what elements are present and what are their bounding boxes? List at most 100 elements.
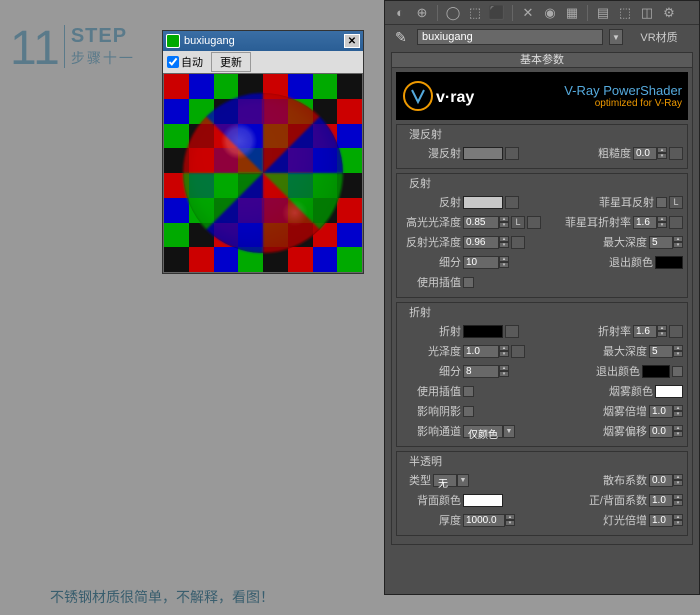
preview-viewport[interactable] bbox=[163, 73, 363, 273]
backcolor-label: 背面颜色 bbox=[401, 492, 461, 508]
maxdepth-spinner[interactable]: ▴▾ bbox=[649, 236, 683, 249]
rglossy-label: 反射光泽度 bbox=[401, 234, 461, 250]
name-dropdown-icon[interactable]: ▼ bbox=[609, 29, 623, 45]
trans-title: 半透明 bbox=[405, 453, 446, 469]
auto-checkbox[interactable]: 自动 bbox=[167, 54, 203, 70]
refglossy-spinner[interactable]: ▴▾ bbox=[463, 345, 509, 358]
refglossy-label: 光泽度 bbox=[401, 343, 461, 359]
toolbar-icon-10[interactable]: ◫ bbox=[638, 4, 656, 22]
rollout-header[interactable]: 基本参数 bbox=[391, 52, 693, 68]
subdiv-label: 细分 bbox=[401, 254, 461, 270]
toolbar-icon-4[interactable]: ⬛ bbox=[488, 4, 506, 22]
step-en: STEP bbox=[71, 25, 135, 48]
toolbar-icon-0[interactable]: ◐ bbox=[391, 4, 409, 22]
reflect-group: 反射 反射 菲星耳反射 L 高光光泽度 ▴▾ L 菲星耳折射率 bbox=[396, 173, 688, 298]
fogcolor-label: 烟雾颜色 bbox=[593, 383, 653, 399]
material-preview-window: buxiugang ✕ 自动 更新 bbox=[162, 30, 364, 274]
fb-label: 正/背面系数 bbox=[575, 492, 647, 508]
step-label: 11 STEP 步骤十一 bbox=[10, 25, 135, 73]
material-toolbar: ◐⊕◯⬚⬛✕◉▦▤⬚◫⚙ bbox=[385, 1, 699, 25]
fogbias-spinner[interactable]: ▴▾ bbox=[649, 425, 683, 438]
diffuse-group: 漫反射 漫反射 粗糙度 ▴▾ bbox=[396, 124, 688, 169]
material-type-label[interactable]: VR材质 bbox=[629, 29, 689, 45]
translucency-group: 半透明 类型 无▼ 散布系数 ▴▾ 背面颜色 正/背面系数 ▴▾ 厚度 bbox=[396, 451, 688, 536]
transtype-dropdown[interactable]: 无▼ bbox=[433, 474, 469, 487]
preview-titlebar[interactable]: buxiugang ✕ bbox=[163, 31, 363, 51]
toolbar-icon-9[interactable]: ⬚ bbox=[616, 4, 634, 22]
roughness-label: 粗糙度 bbox=[581, 145, 631, 161]
subdiv-spinner[interactable]: ▴▾ bbox=[463, 256, 509, 269]
fresnelior-spinner[interactable]: ▴▾ bbox=[633, 216, 667, 229]
material-name-input[interactable] bbox=[417, 29, 603, 45]
rglossy-map-button[interactable] bbox=[511, 236, 525, 249]
banner-line2: optimized for V-Ray bbox=[502, 98, 682, 109]
close-icon[interactable]: ✕ bbox=[344, 34, 360, 48]
ior-map-button[interactable] bbox=[669, 325, 683, 338]
backcolor-swatch[interactable] bbox=[463, 494, 503, 507]
svg-text:v·ray: v·ray bbox=[436, 89, 474, 106]
refexit-swatch[interactable] bbox=[642, 365, 670, 378]
fresnel-lock-button[interactable]: L bbox=[669, 196, 683, 209]
refsubdiv-spinner[interactable]: ▴▾ bbox=[463, 365, 509, 378]
fogbias-label: 烟雾偏移 bbox=[587, 423, 647, 439]
reflect-map-button[interactable] bbox=[505, 196, 519, 209]
diffuse-color-swatch[interactable] bbox=[463, 147, 503, 160]
toolbar-icon-6[interactable]: ◉ bbox=[541, 4, 559, 22]
preview-sphere bbox=[183, 93, 343, 253]
useinterp-label: 使用插值 bbox=[401, 274, 461, 290]
hglossy-map-button[interactable] bbox=[527, 216, 541, 229]
affect-label: 影响阴影 bbox=[401, 403, 461, 419]
scatter-label: 散布系数 bbox=[587, 472, 647, 488]
toolbar-icon-5[interactable]: ✕ bbox=[519, 4, 537, 22]
diffuse-map-button[interactable] bbox=[505, 147, 519, 160]
refexit-label: 退出颜色 bbox=[580, 363, 640, 379]
reflect-title: 反射 bbox=[405, 175, 435, 191]
fogmult-spinner[interactable]: ▴▾ bbox=[649, 405, 683, 418]
caption-text: 不锈钢材质很简单，不解释，看图！ bbox=[50, 587, 274, 607]
maxdepth-label: 最大深度 bbox=[587, 234, 647, 250]
diffuse-title: 漫反射 bbox=[405, 126, 446, 142]
toolbar-icon-8[interactable]: ▤ bbox=[594, 4, 612, 22]
eyedropper-icon[interactable]: ✎ bbox=[395, 29, 411, 45]
useinterp-checkbox[interactable] bbox=[463, 277, 474, 288]
step-number: 11 bbox=[10, 25, 60, 73]
refract-color-swatch[interactable] bbox=[463, 325, 503, 338]
rglossy-spinner[interactable]: ▴▾ bbox=[463, 236, 509, 249]
hglossy-lock-button[interactable]: L bbox=[511, 216, 525, 229]
fb-spinner[interactable]: ▴▾ bbox=[649, 494, 683, 507]
affect-checkbox[interactable] bbox=[463, 406, 474, 417]
channel-dropdown[interactable]: 仅颜色▼ bbox=[463, 425, 515, 438]
thickness-spinner[interactable]: ▴▾ bbox=[463, 514, 515, 527]
lightmult-spinner[interactable]: ▴▾ bbox=[649, 514, 683, 527]
ior-spinner[interactable]: ▴▾ bbox=[633, 325, 667, 338]
scatter-spinner[interactable]: ▴▾ bbox=[649, 474, 683, 487]
toolbar-icon-11[interactable]: ⚙ bbox=[660, 4, 678, 22]
exitcolor-swatch[interactable] bbox=[655, 256, 683, 269]
vray-banner: v·ray V-Ray PowerShader optimized for V-… bbox=[396, 72, 688, 120]
refract-map-button[interactable] bbox=[505, 325, 519, 338]
refmaxdepth-spinner[interactable]: ▴▾ bbox=[649, 345, 683, 358]
fresnel-checkbox[interactable] bbox=[656, 197, 667, 208]
refglossy-map-button[interactable] bbox=[511, 345, 525, 358]
reflect-label: 反射 bbox=[401, 194, 461, 210]
roughness-map-button[interactable] bbox=[669, 147, 683, 160]
lightmult-label: 灯光倍增 bbox=[587, 512, 647, 528]
roughness-spinner[interactable]: ▴▾ bbox=[633, 147, 667, 160]
fogcolor-swatch[interactable] bbox=[655, 385, 683, 398]
banner-line1: V-Ray PowerShader bbox=[502, 83, 682, 98]
material-name-row: ✎ ▼ VR材质 bbox=[385, 25, 699, 49]
refsubdiv-label: 细分 bbox=[401, 363, 461, 379]
reflect-color-swatch[interactable] bbox=[463, 196, 503, 209]
basic-params-rollout: 基本参数 v·ray V-Ray PowerShader optimized f… bbox=[391, 52, 693, 545]
toolbar-icon-3[interactable]: ⬚ bbox=[466, 4, 484, 22]
fresnelior-map-button[interactable] bbox=[669, 216, 683, 229]
channel-label: 影响通道 bbox=[401, 423, 461, 439]
refexit-checkbox[interactable] bbox=[672, 366, 683, 377]
refinterp-checkbox[interactable] bbox=[463, 386, 474, 397]
hglossy-spinner[interactable]: ▴▾ bbox=[463, 216, 509, 229]
ior-label: 折射率 bbox=[581, 323, 631, 339]
update-button[interactable]: 更新 bbox=[211, 52, 251, 72]
toolbar-icon-1[interactable]: ⊕ bbox=[413, 4, 431, 22]
toolbar-icon-7[interactable]: ▦ bbox=[563, 4, 581, 22]
toolbar-icon-2[interactable]: ◯ bbox=[444, 4, 462, 22]
